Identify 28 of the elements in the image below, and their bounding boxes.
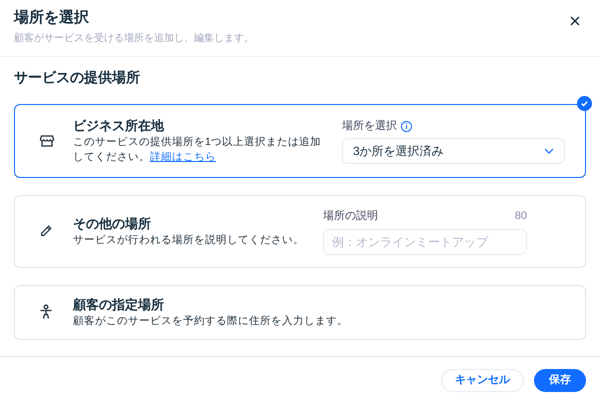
field-label: 場所を選択 (342, 118, 397, 134)
dialog-title: 場所を選択 (14, 8, 90, 28)
location-dropdown[interactable]: 3か所を選択済み (342, 138, 565, 164)
person-icon (39, 304, 53, 320)
option-title: その他の場所 (73, 214, 152, 233)
character-counter: 80 (514, 209, 527, 224)
location-option-card[interactable]: 顧客の指定場所 顧客がこのサービスを予約する際に住所を入力します。 (14, 284, 586, 340)
option-title: 顧客の指定場所 (73, 296, 165, 314)
check-badge-icon (577, 96, 592, 111)
info-icon[interactable] (401, 120, 412, 132)
option-title: ビジネス所在地 (73, 117, 166, 135)
cancel-button[interactable]: キャンセル (441, 369, 524, 392)
location-option-card[interactable]: ビジネス所在地 このサービスの提供場所を1つ以上選択または追加してください。詳細はこちら 場所を選択 3か所を選択済み (14, 104, 586, 178)
field-label: 場所の説明 (323, 209, 378, 224)
option-description: 顧客がこのサービスを予約する際に住所を入力します。 (73, 314, 349, 328)
option-description: このサービスの提供場所を1つ以上選択または追加してください。詳細はこちら (73, 135, 322, 165)
save-button[interactable]: 保存 (534, 369, 586, 392)
location-option-card[interactable]: その他の場所 サービスが行われる場所を説明してください。 場所の説明 80 例：オンラインミートアップ (14, 195, 586, 268)
dialog-subtitle: 顧客がサービスを受ける場所を追加し、編集します。 (14, 32, 254, 46)
section-title: サービスの提供場所 (14, 68, 141, 87)
option-description: サービスが行われる場所を説明してください。 (73, 232, 305, 248)
learn-more-link[interactable]: 詳細はこちら (150, 151, 216, 163)
close-button[interactable] (568, 14, 582, 28)
chevron-down-icon (544, 148, 554, 154)
storefront-icon (39, 133, 55, 149)
pencil-icon (39, 224, 53, 238)
close-icon (570, 16, 580, 26)
location-description-input[interactable]: 例：オンラインミートアップ (323, 228, 527, 254)
